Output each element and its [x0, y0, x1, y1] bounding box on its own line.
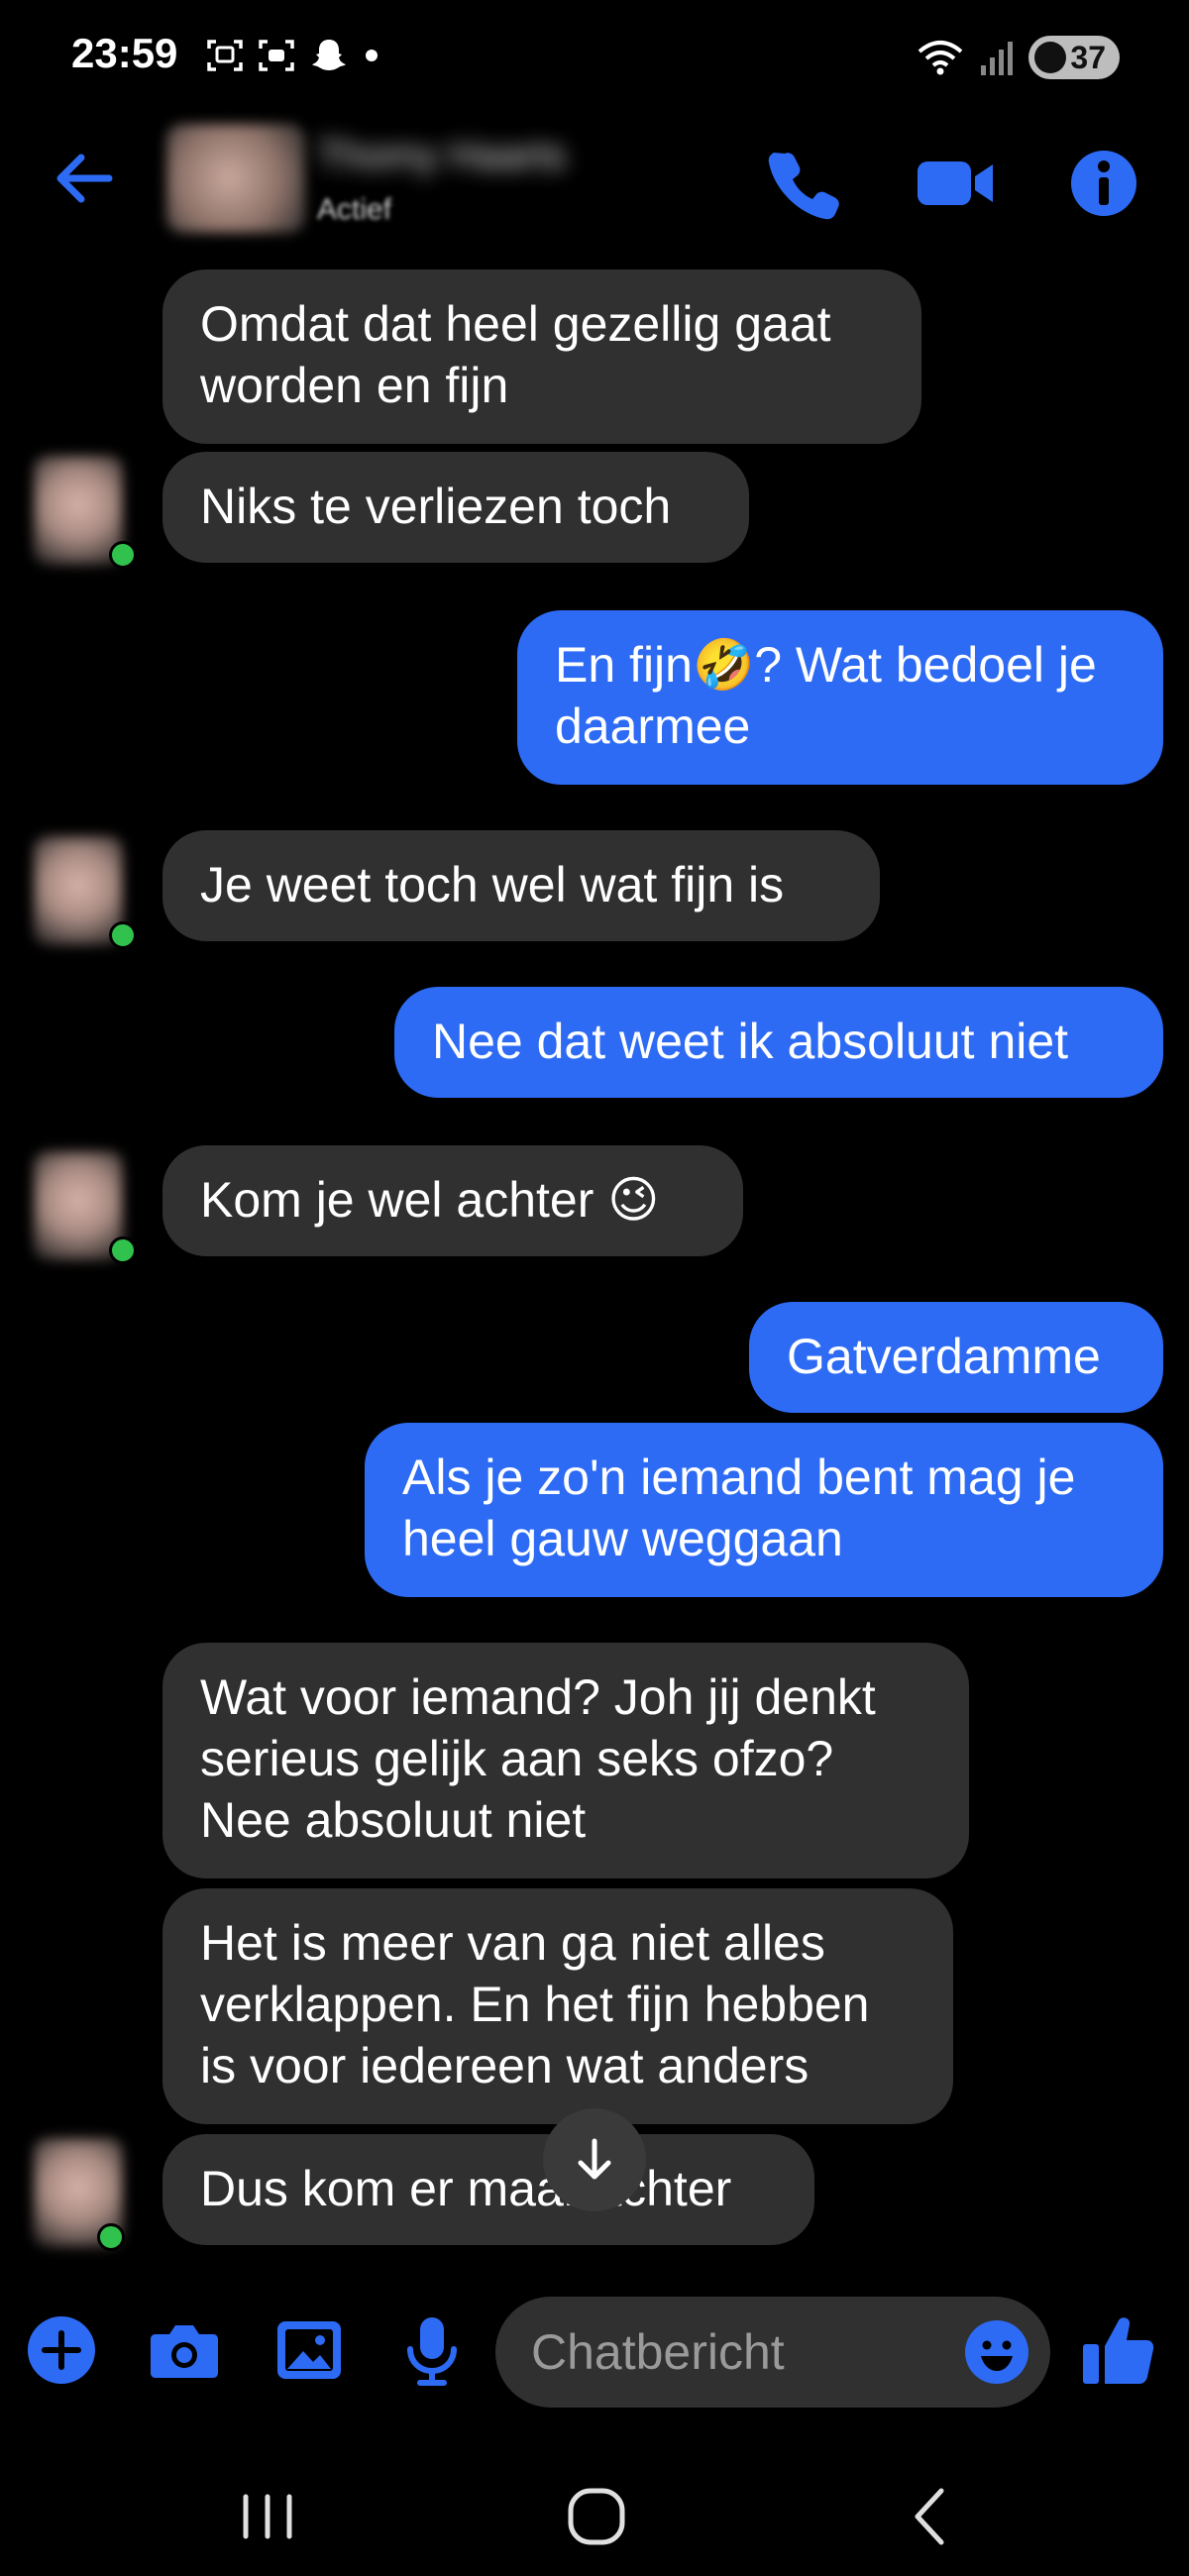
camera-button[interactable]: [145, 2310, 224, 2390]
message-input-placeholder: Chatbericht: [531, 2324, 785, 2380]
wifi-icon: [918, 41, 963, 75]
plus-button[interactable]: [22, 2310, 101, 2390]
message-composer: Chatbericht: [0, 2279, 1189, 2427]
dot-icon: [366, 50, 378, 61]
signal-icon: [981, 42, 1013, 75]
battery-saver-icon: [1034, 42, 1066, 73]
message-incoming[interactable]: Wat voor iemand? Joh jij denkt serieus g…: [162, 1643, 969, 1878]
emoji-icon[interactable]: [963, 2318, 1030, 2386]
video-icon[interactable]: [914, 144, 997, 223]
home-icon[interactable]: [557, 2477, 636, 2556]
message-incoming[interactable]: Niks te verliezen toch: [162, 452, 749, 563]
message-incoming[interactable]: Het is meer van ga niet alles verklappen…: [162, 1888, 953, 2124]
thumbs-up-icon: [1083, 2317, 1154, 2384]
like-button[interactable]: [1074, 2310, 1163, 2390]
message-incoming[interactable]: Kom je wel achter 😉: [162, 1145, 743, 1256]
message-input[interactable]: Chatbericht: [495, 2297, 1050, 2408]
scroll-to-bottom-button[interactable]: [543, 2108, 646, 2211]
messenger-chat-screen: 23:59 37 Thomy Haarts Actief Omdat dat h…: [0, 0, 1189, 2576]
scan-icon: [259, 40, 294, 71]
status-icons-right: 37: [916, 36, 1120, 79]
battery-level: 37: [1070, 39, 1106, 75]
message-outgoing[interactable]: Gatverdamme: [749, 1302, 1163, 1413]
battery-icon: 37: [1028, 36, 1120, 79]
message-incoming[interactable]: Je weet toch wel wat fijn is: [162, 830, 880, 941]
message-outgoing[interactable]: Als je zo'n iemand bent mag je heel gauw…: [365, 1423, 1163, 1597]
screenshot-icon: [207, 40, 243, 71]
message-outgoing[interactable]: En fijn🤣? Wat bedoel je daarmee: [517, 610, 1163, 785]
contact-status: Actief: [317, 193, 392, 226]
back-icon[interactable]: [892, 2477, 971, 2556]
online-indicator: [109, 541, 137, 569]
status-time: 23:59: [71, 30, 178, 76]
message-incoming[interactable]: Dus kom er maar achter: [162, 2134, 814, 2245]
image-icon: [277, 2321, 341, 2379]
snapchat-icon: [312, 40, 346, 70]
message-incoming[interactable]: Omdat dat heel gezellig gaat worden en f…: [162, 269, 921, 444]
phone-icon[interactable]: [765, 144, 844, 223]
online-indicator: [109, 921, 137, 949]
arrow-down-icon: [578, 2138, 611, 2180]
contact-avatar[interactable]: [166, 124, 305, 233]
status-bar: 23:59 37: [0, 0, 1189, 114]
status-icons-left: [206, 36, 380, 75]
gallery-button[interactable]: [270, 2310, 349, 2390]
online-indicator: [109, 1236, 137, 1264]
plus-icon: [28, 2316, 95, 2384]
info-icon[interactable]: [1064, 144, 1143, 223]
message-outgoing[interactable]: Nee dat weet ik absoluut niet: [394, 987, 1163, 1098]
chat-header: Thomy Haarts Actief: [0, 114, 1189, 243]
mic-icon: [407, 2317, 457, 2386]
online-indicator: [97, 2223, 125, 2251]
system-nav-bar: [0, 2437, 1189, 2576]
recents-icon[interactable]: [228, 2477, 307, 2556]
camera-icon: [151, 2325, 218, 2378]
back-arrow-icon[interactable]: [50, 144, 119, 213]
voice-button[interactable]: [392, 2310, 472, 2390]
